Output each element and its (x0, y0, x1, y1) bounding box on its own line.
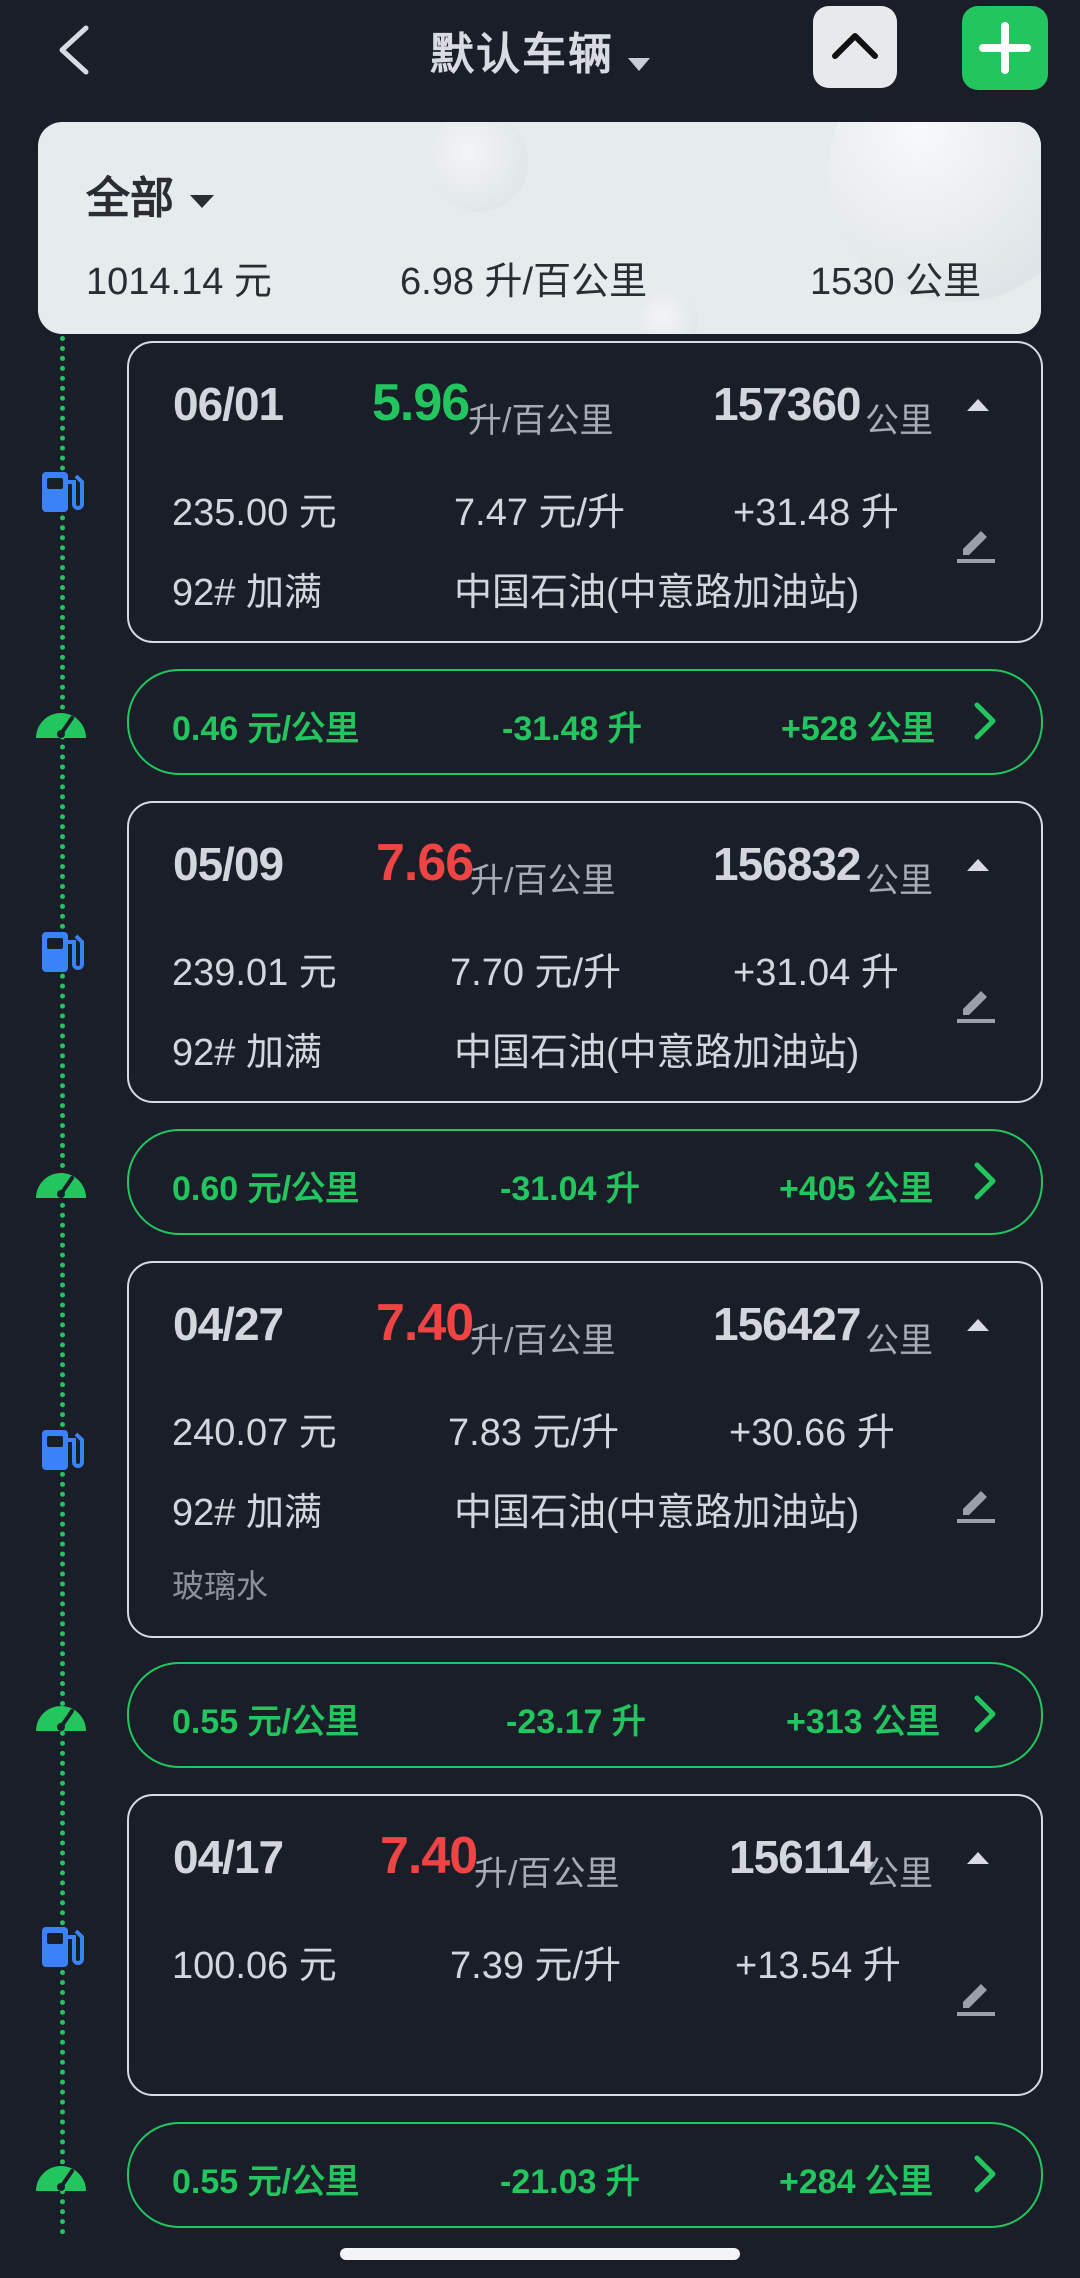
segment-summary-strip[interactable]: 0.55 元/公里 -23.17 升 +313 公里 (127, 1662, 1043, 1768)
collapse-caret-icon[interactable] (967, 1319, 989, 1331)
segment-fuel-used: -21.03 升 (500, 2163, 640, 2201)
refuel-record-card[interactable]: 04/17 7.40 升/百公里 156114 公里 100.06 元 7.39… (127, 1794, 1043, 2096)
segment-cost-per-km: 0.46 元/公里 (172, 710, 360, 748)
record-volume: +31.48 升 (733, 492, 899, 534)
record-consumption: 7.40 (376, 1294, 474, 1352)
dropdown-caret-icon (628, 58, 650, 72)
record-station: 中国石油(中意路加油站) (454, 1032, 860, 1074)
plus-icon (979, 22, 1031, 74)
record-fuel-type: 92# 加满 (172, 1492, 322, 1534)
chevron-right-icon (974, 1162, 996, 1200)
record-fuel-type: 92# 加满 (172, 1032, 322, 1074)
chevron-right-icon (974, 702, 996, 740)
record-cost: 240.07 元 (172, 1412, 337, 1454)
chevron-up-icon (832, 33, 878, 59)
segment-fuel-used: -31.48 升 (502, 710, 642, 748)
chevron-right-icon (974, 2155, 996, 2193)
record-price: 7.83 元/升 (448, 1412, 620, 1454)
record-odometer: 156832 (713, 838, 861, 890)
record-price: 7.70 元/升 (450, 952, 622, 994)
fuel-pump-icon (42, 932, 84, 972)
consumption-unit: 升/百公里 (470, 862, 616, 900)
top-bar: 默认车辆 (0, 0, 1080, 110)
record-odometer: 157360 (713, 378, 861, 430)
fuel-pump-icon (42, 1430, 84, 1470)
consumption-unit: 升/百公里 (468, 402, 614, 440)
filter-selector[interactable]: 全部 (86, 162, 214, 226)
speedometer-icon (36, 1706, 86, 1731)
collapse-caret-icon[interactable] (967, 859, 989, 871)
edit-icon[interactable] (951, 1477, 999, 1525)
segment-fuel-used: -31.04 升 (500, 1170, 640, 1208)
collapse-caret-icon[interactable] (967, 399, 989, 411)
record-date: 05/09 (173, 838, 284, 890)
collapse-all-button[interactable] (813, 6, 897, 88)
segment-cost-per-km: 0.55 元/公里 (172, 2163, 360, 2201)
average-consumption: 6.98 升/百公里 (400, 261, 648, 303)
home-indicator[interactable] (340, 2248, 740, 2260)
speedometer-icon (36, 713, 86, 738)
record-cost: 235.00 元 (172, 492, 337, 534)
record-cost: 100.06 元 (172, 1945, 337, 1987)
total-cost: 1014.14 元 (86, 261, 272, 303)
odometer-unit: 公里 (865, 402, 933, 440)
odometer-unit: 公里 (865, 1855, 933, 1893)
segment-fuel-used: -23.17 升 (506, 1703, 646, 1741)
add-record-button[interactable] (962, 6, 1048, 90)
decorative-bubble (428, 122, 528, 212)
speedometer-icon (36, 1173, 86, 1198)
page-title: 默认车辆 (430, 30, 614, 79)
record-odometer: 156114 (729, 1831, 875, 1883)
edit-icon[interactable] (951, 1970, 999, 2018)
segment-distance: +405 公里 (779, 1170, 934, 1208)
record-consumption: 7.40 (380, 1827, 478, 1885)
record-note: 玻璃水 (172, 1568, 269, 1604)
record-price: 7.47 元/升 (454, 492, 626, 534)
vehicle-selector[interactable]: 默认车辆 (0, 18, 1080, 82)
segment-distance: +313 公里 (786, 1703, 941, 1741)
segment-summary-strip[interactable]: 0.55 元/公里 -21.03 升 +284 公里 (127, 2122, 1043, 2228)
record-date: 04/17 (173, 1831, 284, 1883)
record-date: 06/01 (173, 378, 284, 430)
record-volume: +31.04 升 (733, 952, 899, 994)
edit-icon[interactable] (951, 977, 999, 1025)
record-volume: +30.66 升 (729, 1412, 895, 1454)
record-consumption: 7.66 (376, 834, 474, 892)
odometer-unit: 公里 (865, 1322, 933, 1360)
total-distance: 1530 公里 (810, 261, 982, 303)
record-volume: +13.54 升 (735, 1945, 901, 1987)
collapse-caret-icon[interactable] (967, 1852, 989, 1864)
segment-summary-strip[interactable]: 0.60 元/公里 -31.04 升 +405 公里 (127, 1129, 1043, 1235)
refuel-record-card[interactable]: 06/01 5.96 升/百公里 157360 公里 235.00 元 7.47… (127, 341, 1043, 643)
consumption-unit: 升/百公里 (470, 1322, 616, 1360)
dropdown-caret-icon (190, 194, 214, 208)
fuel-pump-icon (42, 1927, 84, 1967)
segment-distance: +284 公里 (779, 2163, 934, 2201)
segment-summary-strip[interactable]: 0.46 元/公里 -31.48 升 +528 公里 (127, 669, 1043, 775)
segment-cost-per-km: 0.55 元/公里 (172, 1703, 360, 1741)
chevron-right-icon (974, 1695, 996, 1733)
record-odometer: 156427 (713, 1298, 861, 1350)
speedometer-icon (36, 2166, 86, 2191)
odometer-unit: 公里 (865, 862, 933, 900)
summary-card: 全部 1014.14 元 6.98 升/百公里 1530 公里 (38, 122, 1041, 334)
record-fuel-type: 92# 加满 (172, 572, 322, 614)
refuel-record-card[interactable]: 04/27 7.40 升/百公里 156427 公里 240.07 元 7.83… (127, 1261, 1043, 1638)
record-consumption: 5.96 (372, 374, 470, 432)
refuel-record-card[interactable]: 05/09 7.66 升/百公里 156832 公里 239.01 元 7.70… (127, 801, 1043, 1103)
filter-label: 全部 (86, 174, 174, 223)
record-date: 04/27 (173, 1298, 284, 1350)
segment-cost-per-km: 0.60 元/公里 (172, 1170, 360, 1208)
fuel-pump-icon (42, 472, 84, 512)
record-cost: 239.01 元 (172, 952, 337, 994)
record-station: 中国石油(中意路加油站) (454, 572, 860, 614)
consumption-unit: 升/百公里 (474, 1855, 620, 1893)
segment-distance: +528 公里 (781, 710, 936, 748)
edit-icon[interactable] (951, 517, 999, 565)
record-price: 7.39 元/升 (450, 1945, 622, 1987)
record-station: 中国石油(中意路加油站) (454, 1492, 860, 1534)
